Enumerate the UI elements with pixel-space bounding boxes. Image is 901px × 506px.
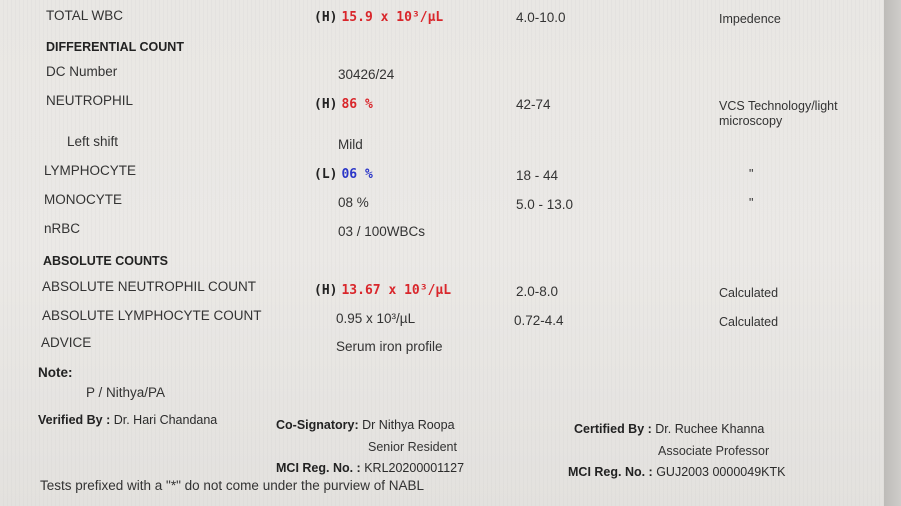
flag-high: (H) bbox=[314, 10, 338, 25]
label-lymphocyte: LYMPHOCYTE bbox=[44, 163, 137, 178]
label-monocyte: MONOCYTE bbox=[44, 192, 123, 207]
mci2-label: MCI Reg. No. : bbox=[568, 465, 653, 479]
mci2-value: GUJ2003 0000049KTK bbox=[656, 465, 786, 479]
nabl-footer: Tests prefixed with a "*" do not come un… bbox=[40, 478, 425, 493]
certified-by: Certified By : Dr. Ruchee Khanna bbox=[574, 422, 764, 436]
label-absolute-neutrophil: ABSOLUTE NEUTROPHIL COUNT bbox=[42, 279, 257, 294]
mci1-value: KRL20200001127 bbox=[364, 461, 465, 475]
value-absolute-lymphocyte: 0.95 x 10³/µL bbox=[336, 311, 416, 326]
note-label: Note: bbox=[38, 365, 73, 380]
verified-name: Dr. Hari Chandana bbox=[113, 413, 218, 427]
certified-label: Certified By : bbox=[574, 422, 652, 436]
value-lymphocyte: (L) 06 % bbox=[314, 165, 373, 183]
certified-role: Associate Professor bbox=[658, 444, 770, 458]
mci-reg-2: MCI Reg. No. : GUJ2003 0000049KTK bbox=[568, 465, 785, 479]
verified-label: Verified By : bbox=[38, 413, 111, 427]
label-neutrophil: NEUTROPHIL bbox=[46, 93, 134, 108]
range-lymphocyte: 18 - 44 bbox=[516, 168, 559, 183]
value-advice: Serum iron profile bbox=[336, 339, 443, 354]
co-signatory: Co-Signatory: Dr Nithya Roopa bbox=[276, 418, 455, 432]
screen-bezel bbox=[884, 0, 901, 506]
result-value: 06 % bbox=[341, 167, 373, 182]
method-lymphocyte: " bbox=[749, 167, 754, 181]
cosign-role: Senior Resident bbox=[368, 440, 457, 454]
note-text: P / Nithya/PA bbox=[86, 385, 166, 400]
method-neutrophil-line2: microscopy bbox=[719, 114, 783, 128]
lab-report-page: TOTAL WBC (H) 15.9 x 10³/µL 4.0-10.0 Impe… bbox=[0, 0, 884, 506]
value-absolute-neutrophil: (H) 13.67 x 10³/µL bbox=[314, 281, 451, 299]
method-neutrophil-line1: VCS Technology/light bbox=[719, 99, 838, 113]
section-absolute-counts: ABSOLUTE COUNTS bbox=[43, 254, 168, 268]
result-value: 13.67 x 10³/µL bbox=[341, 283, 452, 298]
range-neutrophil: 42-74 bbox=[516, 97, 551, 112]
value-total-wbc: (H) 15.9 x 10³/µL bbox=[314, 8, 443, 26]
range-absolute-lymphocyte: 0.72-4.4 bbox=[514, 313, 564, 328]
label-advice: ADVICE bbox=[41, 335, 92, 350]
range-absolute-neutrophil: 2.0-8.0 bbox=[516, 284, 559, 299]
label-dc-number: DC Number bbox=[46, 64, 118, 79]
value-nrbc: 03 / 100WBCs bbox=[338, 224, 426, 239]
flag-high: (H) bbox=[314, 283, 338, 298]
range-total-wbc: 4.0-10.0 bbox=[516, 10, 566, 25]
mci1-label: MCI Reg. No. : bbox=[276, 461, 361, 475]
flag-low: (L) bbox=[314, 167, 338, 182]
value-dc-number: 30426/24 bbox=[338, 67, 395, 82]
mci-reg-1: MCI Reg. No. : KRL20200001127 bbox=[276, 461, 464, 475]
result-value: 15.9 x 10³/µL bbox=[341, 10, 444, 25]
label-nrbc: nRBC bbox=[44, 221, 81, 236]
value-monocyte: 08 % bbox=[338, 195, 369, 210]
method-total-wbc: Impedence bbox=[719, 12, 781, 26]
verified-by: Verified By : Dr. Hari Chandana bbox=[38, 413, 217, 427]
cosign-label: Co-Signatory: bbox=[276, 418, 359, 432]
certified-name: Dr. Ruchee Khanna bbox=[655, 422, 765, 436]
label-left-shift: Left shift bbox=[67, 134, 119, 149]
method-absolute-lymphocyte: Calculated bbox=[719, 315, 779, 329]
label-total-wbc: TOTAL WBC bbox=[46, 8, 124, 23]
flag-high: (H) bbox=[314, 97, 338, 112]
cosign-name: Dr Nithya Roopa bbox=[362, 418, 455, 432]
result-value: 86 % bbox=[341, 97, 373, 112]
value-neutrophil: (H) 86 % bbox=[314, 95, 373, 113]
range-monocyte: 5.0 - 13.0 bbox=[516, 197, 574, 212]
method-absolute-neutrophil: Calculated bbox=[719, 286, 779, 300]
section-differential-count: DIFFERENTIAL COUNT bbox=[46, 40, 184, 54]
method-monocyte: " bbox=[749, 196, 754, 210]
value-left-shift: Mild bbox=[338, 137, 363, 152]
label-absolute-lymphocyte: ABSOLUTE LYMPHOCYTE COUNT bbox=[42, 308, 262, 323]
